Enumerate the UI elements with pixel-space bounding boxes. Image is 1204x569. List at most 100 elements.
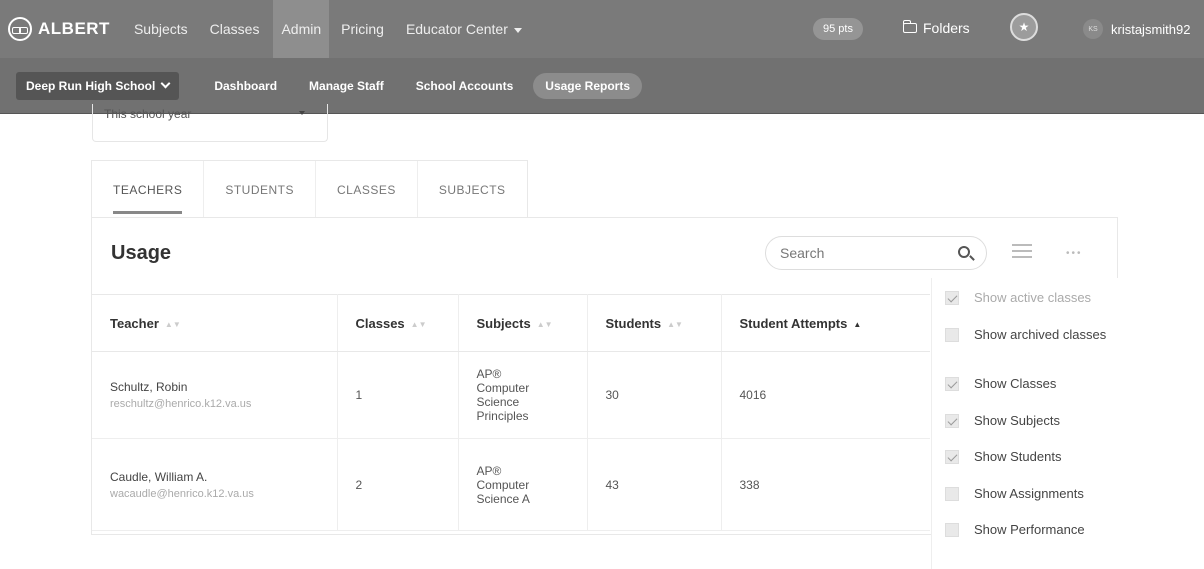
col-students[interactable]: Students ▲▼	[587, 294, 722, 352]
checkbox[interactable]	[945, 522, 959, 537]
more-options-icon[interactable]: •••	[1066, 248, 1083, 259]
teacher-cell: Caudle, William A. wacaudle@henrico.k12.…	[92, 438, 338, 531]
col-attempts-label: Student Attempts	[739, 315, 848, 331]
teacher-cell: Schultz, Robin reschultz@henrico.k12.va.…	[92, 351, 338, 439]
search-box	[765, 236, 987, 270]
usage-table: Teacher ▲▼ Classes ▲▼ Subjects ▲▼ Students ▲…	[92, 294, 930, 531]
col-teacher[interactable]: Teacher ▲▼	[92, 294, 338, 352]
school-name: Deep Run High School	[26, 78, 156, 93]
col-classes[interactable]: Classes ▲▼	[337, 294, 459, 352]
option-show-students[interactable]: Show Students	[945, 449, 1061, 464]
option-label: Show Subjects	[974, 413, 1060, 428]
classes-cell: 1	[337, 351, 459, 439]
option-show-subjects[interactable]: Show Subjects	[945, 413, 1060, 428]
attempts-cell: 4016	[721, 351, 930, 439]
subjects-cell: AP® Computer Science A	[458, 438, 588, 531]
nav-admin[interactable]: Admin	[273, 0, 330, 58]
checkbox[interactable]	[945, 449, 959, 464]
tab-subjects[interactable]: SUBJECTS	[418, 161, 527, 218]
school-select[interactable]: Deep Run High School	[16, 71, 180, 100]
usage-title: Usage	[111, 242, 172, 264]
albert-logo[interactable]: ALBERT	[8, 17, 110, 41]
teacher-email: reschultz@henrico.k12.va.us	[110, 398, 252, 410]
nav-subjects[interactable]: Subjects	[126, 0, 196, 58]
search-icon[interactable]	[958, 246, 970, 258]
subjects-cell: AP® Computer Science Principles	[458, 351, 588, 439]
nav-educator-center[interactable]: Educator Center	[398, 0, 530, 58]
subject-line: AP®	[476, 367, 502, 381]
subnav-usage-reports[interactable]: Usage Reports	[533, 72, 642, 99]
col-teacher-label: Teacher	[110, 315, 159, 331]
sort-icon: ▲▼	[667, 319, 683, 329]
subject-line: Principles	[476, 409, 529, 423]
students-cell: 30	[587, 351, 722, 439]
option-show-performance[interactable]: Show Performance	[945, 522, 1085, 537]
classes-cell: 2	[337, 438, 459, 531]
nav-classes[interactable]: Classes	[202, 0, 268, 58]
subject-line: Science A	[476, 491, 530, 506]
albert-logo-icon	[8, 17, 32, 41]
checkbox[interactable]	[945, 327, 959, 342]
caret-down-icon	[299, 111, 305, 115]
sort-icon: ▲▼	[164, 319, 181, 329]
option-show-active-classes: Show active classes	[945, 290, 1091, 305]
tab-teachers[interactable]: TEACHERS	[92, 161, 205, 218]
username: kristajsmith92	[1111, 21, 1191, 37]
subnav-dashboard[interactable]: Dashboard	[214, 79, 277, 93]
sort-icon: ▲▼	[410, 319, 427, 329]
col-students-label: Students	[605, 315, 662, 331]
option-show-classes[interactable]: Show Classes	[945, 376, 1056, 391]
checkbox	[945, 290, 959, 305]
folders-link[interactable]: Folders	[903, 20, 970, 36]
col-classes-label: Classes	[355, 315, 405, 331]
user-menu[interactable]: KS kristajsmith92	[1083, 19, 1190, 39]
option-show-assignments[interactable]: Show Assignments	[945, 486, 1084, 501]
subject-line: Computer	[476, 381, 530, 395]
students-cell: 43	[587, 438, 722, 531]
avatar: KS	[1083, 19, 1103, 39]
top-nav: ALBERT Subjects Classes Admin Pricing Ed…	[0, 0, 1204, 58]
points-badge[interactable]: 95 pts	[813, 18, 863, 40]
subnav-school-accounts[interactable]: School Accounts	[416, 79, 514, 93]
checkbox[interactable]	[945, 486, 959, 501]
period-select[interactable]: This school year	[92, 104, 328, 142]
column-settings-icon[interactable]	[1012, 242, 1032, 260]
col-subjects[interactable]: Subjects ▲▼	[458, 294, 588, 352]
option-label: Show Students	[974, 449, 1062, 464]
checkbox[interactable]	[945, 413, 959, 428]
educator-center-label: Educator Center	[405, 21, 508, 37]
column-options-menu: Show active classes Show archived classe…	[931, 278, 1119, 569]
option-label: Show active classes	[974, 290, 1092, 305]
nav-pricing[interactable]: Pricing	[333, 0, 392, 58]
logo-text: ALBERT	[38, 19, 110, 38]
subject-line: Science	[476, 395, 520, 409]
subject-line: AP®	[476, 463, 502, 478]
table-row[interactable]: Caudle, William A. wacaudle@henrico.k12.…	[92, 438, 930, 531]
search-input[interactable]	[780, 245, 940, 261]
tab-students[interactable]: STUDENTS	[204, 161, 317, 218]
folder-icon	[903, 20, 917, 33]
checkbox[interactable]	[945, 376, 959, 391]
option-label: Show Classes	[974, 376, 1057, 391]
caret-down-icon	[513, 27, 522, 33]
option-label: Show archived classes	[974, 327, 1107, 342]
star-badge-icon[interactable]: ★	[1010, 13, 1038, 41]
table-row[interactable]: Schultz, Robin reschultz@henrico.k12.va.…	[92, 351, 930, 439]
folders-label: Folders	[923, 20, 970, 36]
col-subjects-label: Subjects	[476, 315, 531, 331]
sort-icon: ▲▼	[536, 319, 553, 329]
option-label: Show Performance	[974, 522, 1085, 537]
subject-line: Computer	[476, 477, 530, 492]
teacher-name: Caudle, William A.	[110, 469, 208, 484]
teacher-email: wacaudle@henrico.k12.va.us	[110, 487, 254, 500]
sort-ascending-icon: ▲	[853, 319, 862, 329]
chevron-down-icon	[160, 78, 171, 89]
period-label: This school year	[104, 107, 192, 121]
report-tabs: TEACHERS STUDENTS CLASSES SUBJECTS	[91, 160, 528, 218]
option-show-archived-classes[interactable]: Show archived classes	[945, 327, 1106, 342]
col-student-attempts[interactable]: Student Attempts ▲	[721, 294, 930, 352]
tab-classes[interactable]: CLASSES	[316, 161, 418, 218]
subnav-manage-staff[interactable]: Manage Staff	[309, 79, 384, 93]
option-label: Show Assignments	[974, 486, 1084, 501]
teacher-name: Schultz, Robin	[110, 380, 188, 394]
